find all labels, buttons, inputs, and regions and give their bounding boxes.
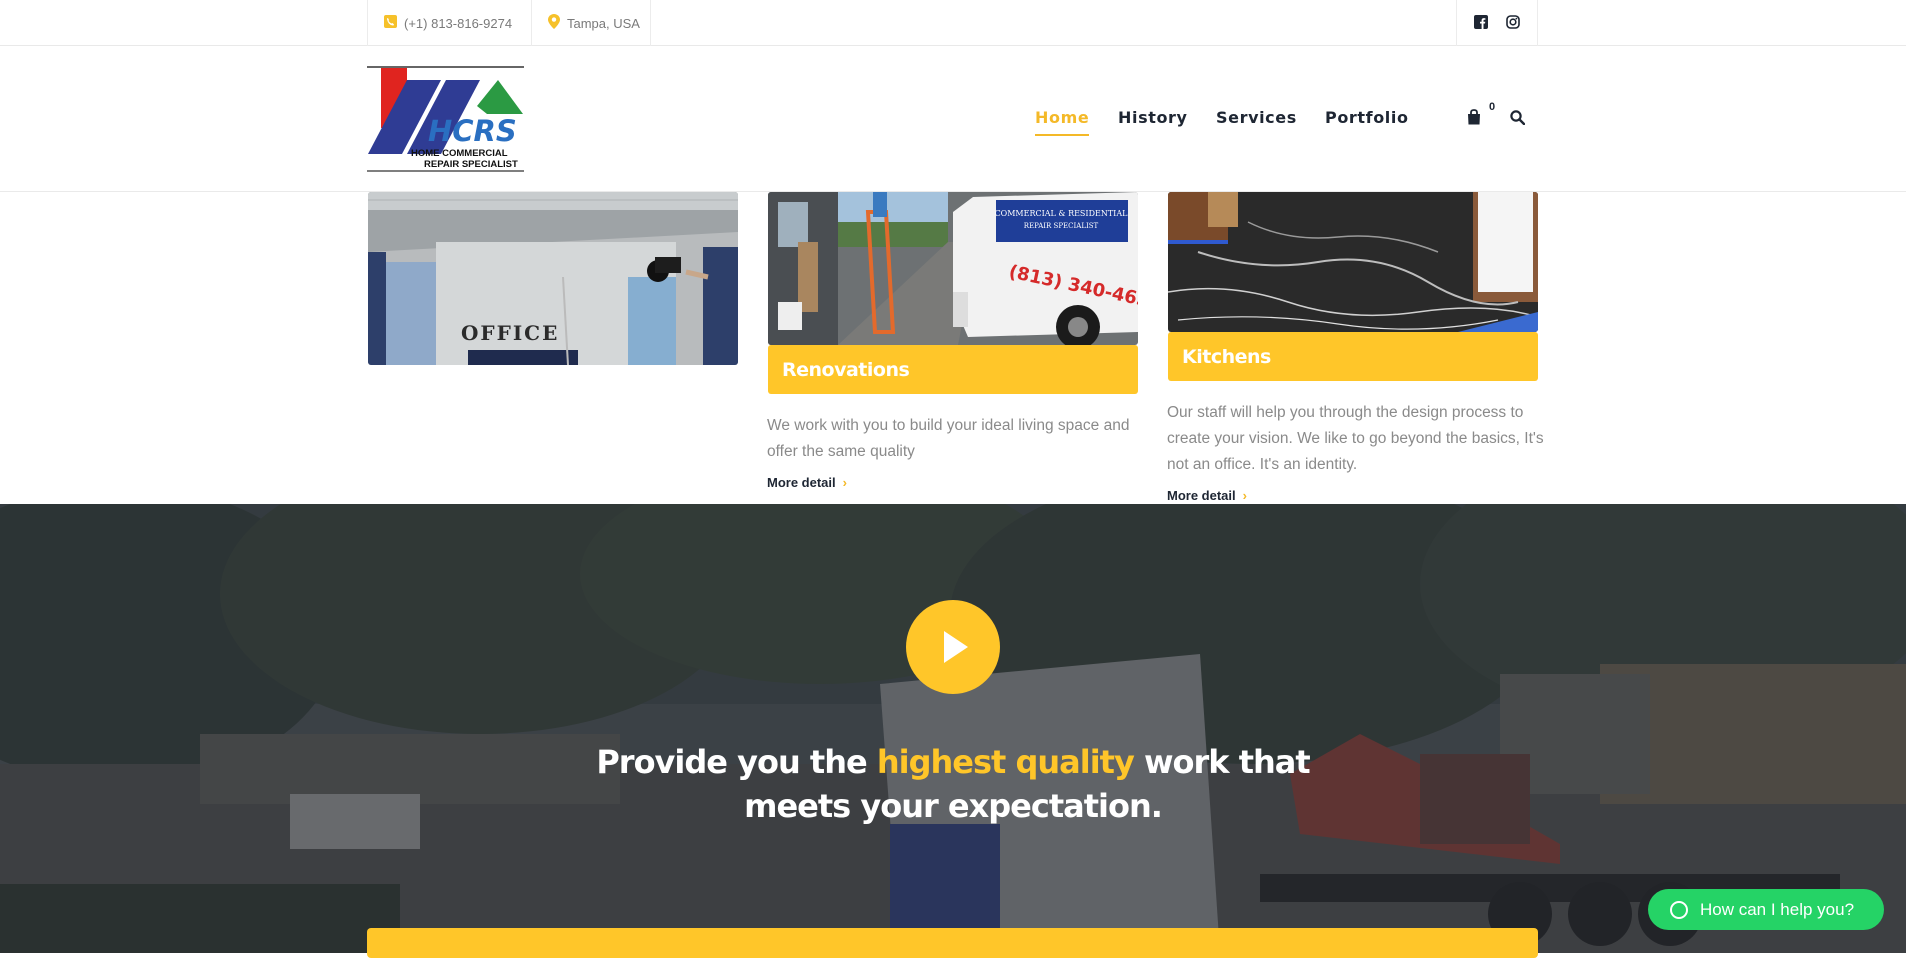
whatsapp-label: How can I help you?	[1700, 899, 1855, 919]
social-links	[1456, 0, 1538, 46]
logo-line1: HOME COMMERCIAL	[411, 148, 508, 159]
map-pin-icon	[548, 14, 560, 32]
svg-text:HCRS: HCRS	[428, 114, 517, 148]
top-bar: (+1) 813-816-9274 Tampa, USA	[0, 0, 1906, 46]
chevron-right-icon: ›	[842, 475, 847, 490]
kitchens-title-bar[interactable]: Kitchens	[1168, 332, 1538, 381]
renovations-photo: COMMERCIAL & RESIDENTIAL REPAIR SPECIALI…	[768, 192, 1138, 345]
yellow-feature-bar	[367, 928, 1538, 958]
search-icon	[1510, 110, 1526, 126]
instagram-icon[interactable]	[1506, 14, 1520, 32]
whatsapp-chat-button[interactable]: How can I help you?	[1648, 889, 1884, 930]
van-text: COMMERCIAL & RESIDENTIAL	[995, 209, 1129, 218]
play-video-button[interactable]	[906, 600, 1000, 694]
office-sign: OFFICE	[461, 321, 559, 345]
headline-text-start: Provide you the	[596, 743, 877, 781]
renovations-more-detail-link[interactable]: More detail ›	[767, 475, 847, 490]
chevron-right-icon: ›	[1242, 488, 1247, 503]
office-painting-photo: OFFICE	[368, 192, 738, 365]
more-detail-label: More detail	[767, 475, 836, 490]
video-hero-section	[0, 504, 1906, 953]
logo-line2: REPAIR SPECIALIST	[424, 159, 518, 170]
kitchens-description: Our staff will help you through the desi…	[1167, 404, 1544, 473]
whatsapp-icon	[1670, 900, 1688, 919]
hero-headline: Provide you the highest quality work tha…	[560, 740, 1346, 828]
cart-button[interactable]: 0	[1467, 101, 1495, 130]
phone-number: (+1) 813-816-9274	[404, 15, 513, 31]
search-button[interactable]	[1510, 110, 1526, 130]
kitchens-more-detail-link[interactable]: More detail ›	[1167, 488, 1247, 503]
cart-count: 0	[1489, 101, 1496, 113]
kitchens-photo	[1168, 192, 1538, 332]
facebook-icon[interactable]	[1474, 14, 1488, 32]
phone-info[interactable]: (+1) 813-816-9274	[367, 0, 531, 46]
nav-home[interactable]: Home	[1035, 108, 1090, 136]
svg-text:REPAIR SPECIALIST: REPAIR SPECIALIST	[1024, 222, 1099, 230]
nav-services[interactable]: Services	[1216, 108, 1297, 127]
location-info: Tampa, USA	[531, 0, 651, 46]
renovations-title-bar[interactable]: Renovations	[768, 345, 1138, 394]
more-detail-label: More detail	[1167, 488, 1236, 503]
headline-highlight: highest quality	[876, 743, 1135, 781]
phone-icon	[384, 15, 397, 31]
main-header: HCRS HOME COMMERCIAL REPAIR SPECIALIST H…	[0, 46, 1906, 192]
renovations-description: We work with you to build your ideal liv…	[767, 417, 1130, 460]
nav-history[interactable]: History	[1118, 108, 1188, 127]
site-logo[interactable]: HCRS HOME COMMERCIAL REPAIR SPECIALIST	[367, 66, 524, 172]
location-text: Tampa, USA	[567, 15, 640, 31]
hero-background-image	[0, 504, 1906, 953]
shopping-bag-icon	[1468, 109, 1480, 125]
nav-portfolio[interactable]: Portfolio	[1325, 108, 1409, 127]
